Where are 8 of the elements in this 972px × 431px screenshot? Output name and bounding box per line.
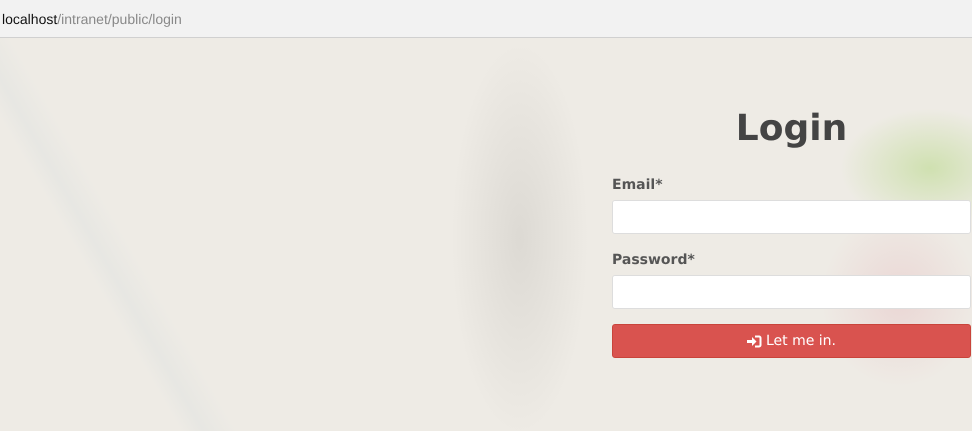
sign-in-icon [746, 334, 762, 348]
email-field[interactable] [612, 200, 971, 234]
field-label: Password* [612, 252, 695, 268]
login-title: Login [734, 108, 848, 149]
password-field[interactable] [612, 275, 971, 309]
field-label: Email* [612, 177, 663, 193]
url-text[interactable]: localhost/intranet/public/login [2, 10, 182, 26]
login-button[interactable]: Let me in. [612, 324, 971, 358]
